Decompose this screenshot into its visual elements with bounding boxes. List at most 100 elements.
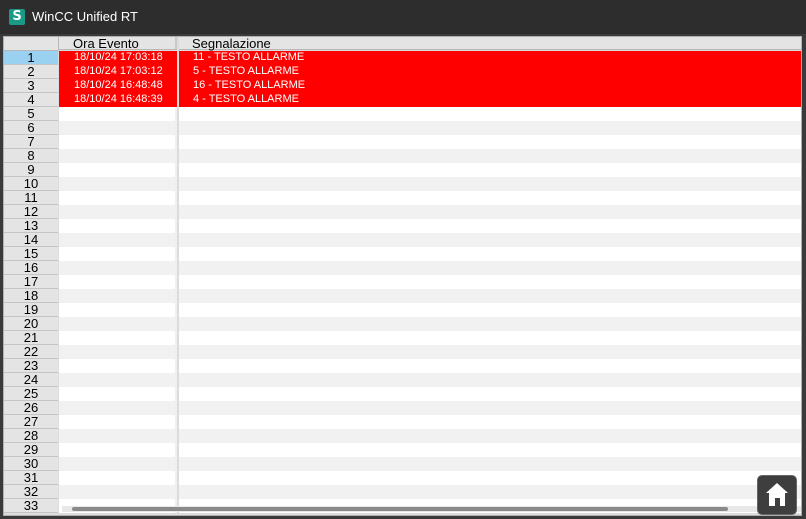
- alarm-message-cell[interactable]: [179, 485, 801, 499]
- event-time-cell[interactable]: [59, 289, 177, 303]
- alarm-message-cell[interactable]: [179, 219, 801, 233]
- event-time-cell[interactable]: 18/10/24 17:03:18: [59, 51, 177, 65]
- event-time-cell[interactable]: [59, 107, 177, 121]
- table-row[interactable]: 2 18/10/24 17:03:12 5 - TESTO ALLARME: [4, 65, 801, 79]
- row-number[interactable]: 9: [4, 163, 58, 177]
- row-number[interactable]: 24: [4, 373, 58, 387]
- table-row[interactable]: 29: [4, 443, 801, 457]
- horizontal-scrollbar[interactable]: [62, 506, 801, 512]
- event-time-cell[interactable]: [59, 429, 177, 443]
- alarm-message-cell[interactable]: 5 - TESTO ALLARME: [179, 65, 801, 79]
- event-time-cell[interactable]: [59, 331, 177, 345]
- alarm-message-cell[interactable]: 16 - TESTO ALLARME: [179, 79, 801, 93]
- row-number[interactable]: 20: [4, 317, 58, 331]
- event-time-cell[interactable]: [59, 485, 177, 499]
- event-time-cell[interactable]: [59, 443, 177, 457]
- alarm-message-cell[interactable]: [179, 415, 801, 429]
- alarm-message-cell[interactable]: [179, 233, 801, 247]
- column-header-message[interactable]: Segnalazione: [179, 37, 801, 51]
- row-number[interactable]: 3: [4, 79, 58, 93]
- alarm-message-cell[interactable]: [179, 401, 801, 415]
- event-time-cell[interactable]: [59, 177, 177, 191]
- alarm-message-cell[interactable]: [179, 303, 801, 317]
- alarm-message-cell[interactable]: [179, 373, 801, 387]
- row-number[interactable]: 6: [4, 121, 58, 135]
- alarm-message-cell[interactable]: 4 - TESTO ALLARME: [179, 93, 801, 107]
- event-time-cell[interactable]: [59, 219, 177, 233]
- table-row[interactable]: 25: [4, 387, 801, 401]
- table-row[interactable]: 32: [4, 485, 801, 499]
- row-number[interactable]: 1: [4, 51, 58, 65]
- table-row[interactable]: 31: [4, 471, 801, 485]
- row-number[interactable]: 32: [4, 485, 58, 499]
- event-time-cell[interactable]: [59, 457, 177, 471]
- event-time-cell[interactable]: 18/10/24 16:48:39: [59, 93, 177, 107]
- alarm-message-cell[interactable]: [179, 275, 801, 289]
- table-row[interactable]: 20: [4, 317, 801, 331]
- row-number[interactable]: 21: [4, 331, 58, 345]
- table-row[interactable]: 8: [4, 149, 801, 163]
- column-header-time[interactable]: Ora Evento: [59, 37, 177, 51]
- row-number[interactable]: 22: [4, 345, 58, 359]
- alarm-message-cell[interactable]: [179, 345, 801, 359]
- table-row[interactable]: 1 18/10/24 17:03:18 11 - TESTO ALLARME: [4, 51, 801, 65]
- row-number[interactable]: 29: [4, 443, 58, 457]
- event-time-cell[interactable]: [59, 317, 177, 331]
- row-number[interactable]: 19: [4, 303, 58, 317]
- row-number[interactable]: 8: [4, 149, 58, 163]
- event-time-cell[interactable]: 18/10/24 17:03:12: [59, 65, 177, 79]
- table-row[interactable]: 7: [4, 135, 801, 149]
- table-row[interactable]: 15: [4, 247, 801, 261]
- row-number[interactable]: 31: [4, 471, 58, 485]
- row-number[interactable]: 4: [4, 93, 58, 107]
- event-time-cell[interactable]: [59, 149, 177, 163]
- event-time-cell[interactable]: [59, 359, 177, 373]
- table-row[interactable]: 30: [4, 457, 801, 471]
- alarm-message-cell[interactable]: [179, 247, 801, 261]
- table-row[interactable]: 10: [4, 177, 801, 191]
- table-row[interactable]: 14: [4, 233, 801, 247]
- row-number[interactable]: 27: [4, 415, 58, 429]
- event-time-cell[interactable]: [59, 261, 177, 275]
- event-time-cell[interactable]: [59, 121, 177, 135]
- alarm-message-cell[interactable]: [179, 163, 801, 177]
- event-time-cell[interactable]: [59, 205, 177, 219]
- table-row[interactable]: 17: [4, 275, 801, 289]
- row-number[interactable]: 2: [4, 65, 58, 79]
- alarm-message-cell[interactable]: [179, 261, 801, 275]
- table-row[interactable]: 19: [4, 303, 801, 317]
- row-number[interactable]: 23: [4, 359, 58, 373]
- alarm-message-cell[interactable]: [179, 429, 801, 443]
- event-time-cell[interactable]: [59, 163, 177, 177]
- alarm-message-cell[interactable]: [179, 177, 801, 191]
- row-number[interactable]: 25: [4, 387, 58, 401]
- table-row[interactable]: 6: [4, 121, 801, 135]
- table-row[interactable]: 27: [4, 415, 801, 429]
- alarm-message-cell[interactable]: [179, 471, 801, 485]
- row-number[interactable]: 15: [4, 247, 58, 261]
- event-time-cell[interactable]: [59, 345, 177, 359]
- alarm-message-cell[interactable]: [179, 205, 801, 219]
- event-time-cell[interactable]: [59, 191, 177, 205]
- row-number[interactable]: 13: [4, 219, 58, 233]
- alarm-message-cell[interactable]: [179, 191, 801, 205]
- table-row[interactable]: 26: [4, 401, 801, 415]
- alarm-message-cell[interactable]: [179, 443, 801, 457]
- table-row[interactable]: 3 18/10/24 16:48:48 16 - TESTO ALLARME: [4, 79, 801, 93]
- table-row[interactable]: 28: [4, 429, 801, 443]
- alarm-message-cell[interactable]: [179, 457, 801, 471]
- row-number[interactable]: 7: [4, 135, 58, 149]
- row-number[interactable]: 30: [4, 457, 58, 471]
- table-row[interactable]: 16: [4, 261, 801, 275]
- table-row[interactable]: 13: [4, 219, 801, 233]
- alarm-message-cell[interactable]: [179, 107, 801, 121]
- row-number[interactable]: 14: [4, 233, 58, 247]
- alarm-message-cell[interactable]: [179, 149, 801, 163]
- event-time-cell[interactable]: [59, 387, 177, 401]
- event-time-cell[interactable]: [59, 373, 177, 387]
- row-number[interactable]: 5: [4, 107, 58, 121]
- row-number[interactable]: 16: [4, 261, 58, 275]
- event-time-cell[interactable]: 18/10/24 16:48:48: [59, 79, 177, 93]
- table-row[interactable]: 9: [4, 163, 801, 177]
- table-row[interactable]: 23: [4, 359, 801, 373]
